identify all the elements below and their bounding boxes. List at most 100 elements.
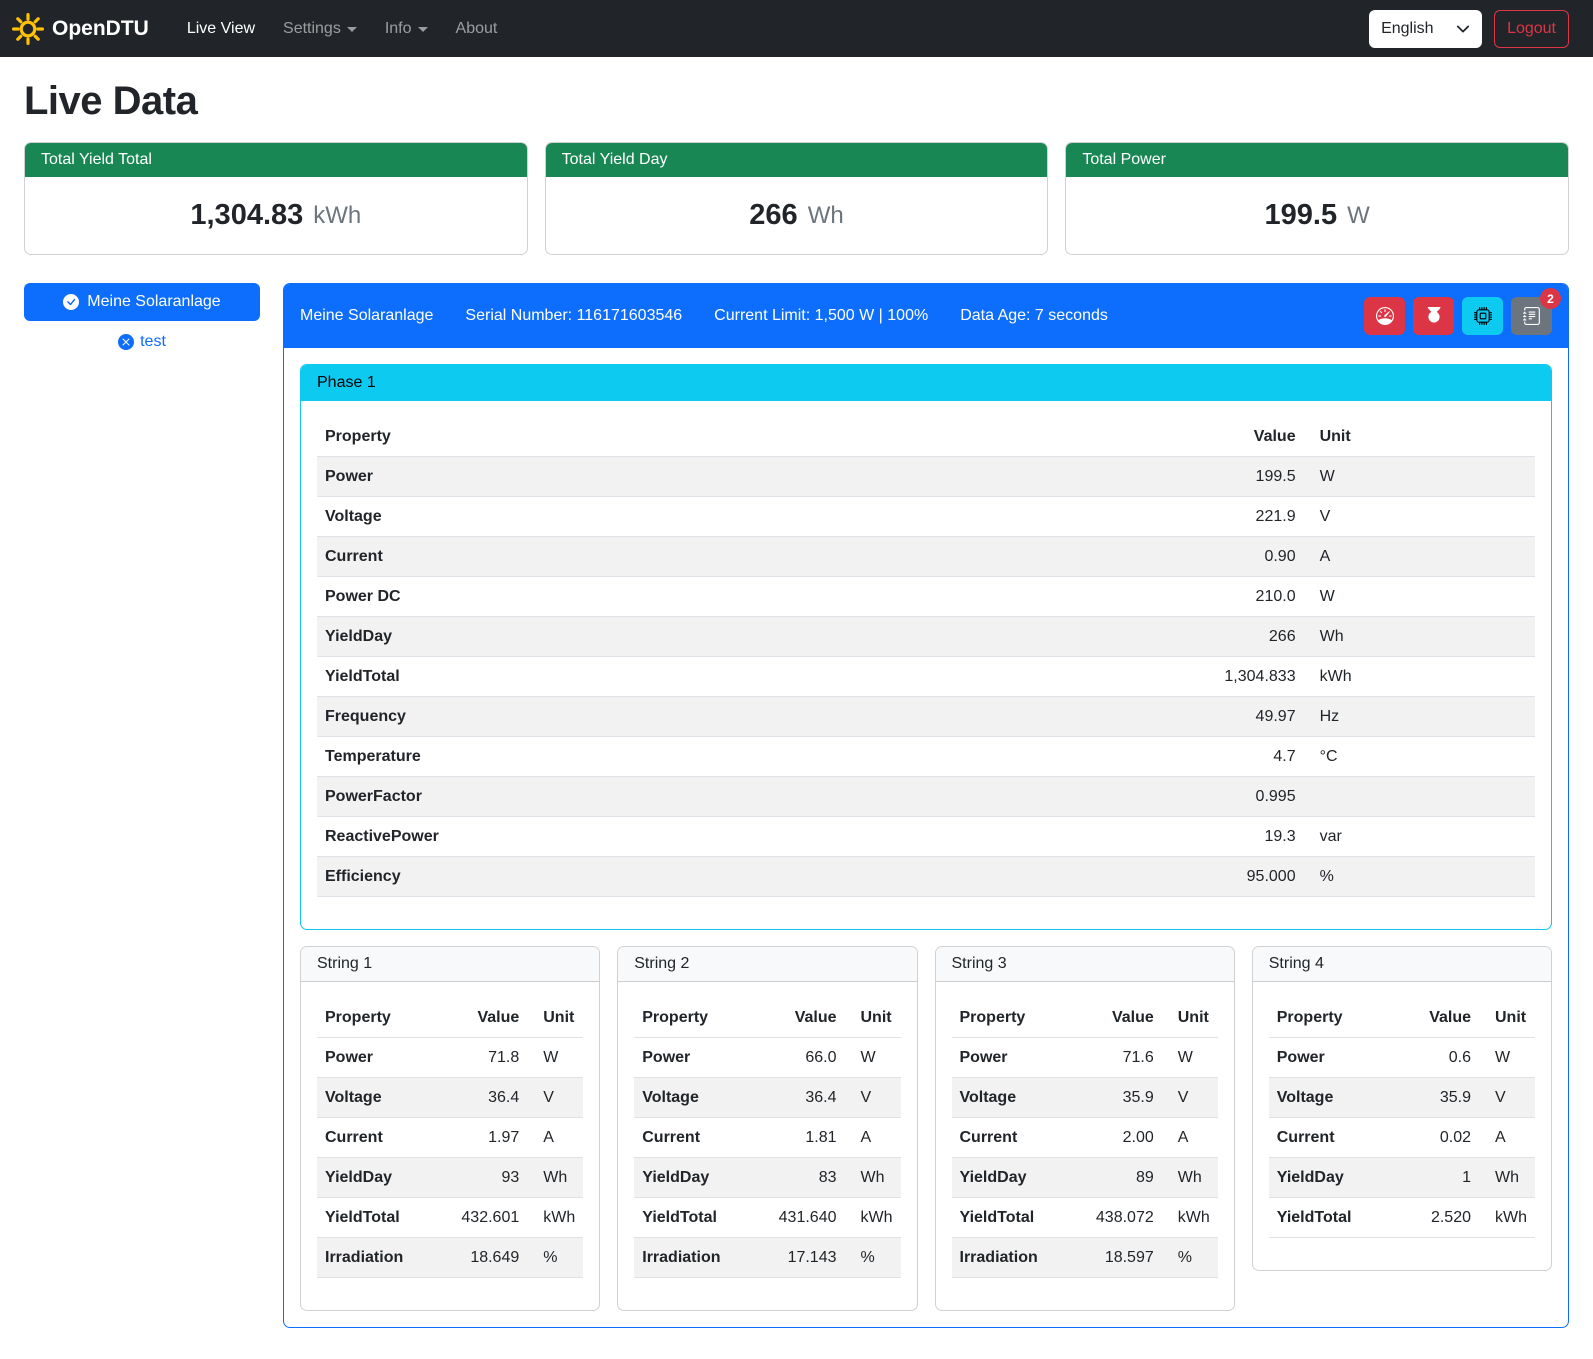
row-property: YieldTotal [952,1198,1070,1238]
row-property: PowerFactor [317,777,907,817]
table-row: YieldTotal432.601kWh [317,1198,583,1238]
string-card: String 1 Property Value Unit Power71.8WV… [300,946,600,1311]
row-unit: V [1479,1078,1535,1118]
event-log-button[interactable]: 2 [1511,297,1552,335]
table-row: Voltage36.4V [634,1078,900,1118]
chevron-down-icon [418,27,428,32]
row-property: Voltage [317,1078,435,1118]
row-unit: W [1304,577,1535,617]
row-property: YieldDay [317,617,907,657]
string-table: Property Value Unit Power71.6WVoltage35.… [952,998,1218,1278]
other-inverter-button[interactable]: test [118,333,166,351]
row-unit: kWh [1162,1198,1218,1238]
column-header-value: Value [907,417,1303,457]
row-unit: kWh [1304,657,1535,697]
row-unit: var [1304,817,1535,857]
row-unit: W [845,1038,901,1078]
nav-item-label: Info [385,20,412,38]
string-card-title: String 2 [618,947,916,982]
power-button[interactable] [1413,297,1454,335]
table-row: Power71.8W [317,1038,583,1078]
limit-settings-button[interactable] [1364,297,1405,335]
row-value: 432.601 [435,1198,527,1238]
column-header-unit: Unit [1479,998,1535,1038]
row-value: 35.9 [1069,1078,1161,1118]
inverter-name: Meine Solaranlage [300,307,433,325]
card-body: 1,304.83 kWh [25,177,527,254]
row-property: Power [317,457,907,497]
phase-card-body: Property Value Unit Power199.5WVoltage22… [301,401,1551,929]
strings-row: String 1 Property Value Unit Power71.8WV… [300,946,1552,1311]
table-header-row: Property Value Unit [317,417,1535,457]
table-row: Irradiation18.649% [317,1238,583,1278]
brand[interactable]: OpenDTU [12,13,149,45]
row-unit: A [527,1118,583,1158]
row-property: Irradiation [634,1238,752,1278]
phase-card-title: Phase 1 [301,365,1551,401]
column-header-value: Value [752,998,844,1038]
row-value: 2.00 [1069,1118,1161,1158]
row-value: 36.4 [752,1078,844,1118]
row-property: YieldTotal [317,657,907,697]
inverter-card-header: Meine Solaranlage Serial Number: 1161716… [284,284,1568,348]
row-unit: °C [1304,737,1535,777]
row-property: YieldTotal [317,1198,435,1238]
string-card-body: Property Value Unit Power66.0WVoltage36.… [618,982,916,1310]
nav-links: Live View Settings Info About [173,12,512,46]
selected-inverter-button[interactable]: Meine Solaranlage [24,283,260,321]
card-title: Total Yield Total [25,143,527,177]
column-header-property: Property [317,998,435,1038]
logout-button[interactable]: Logout [1494,10,1569,48]
table-row: Voltage36.4V [317,1078,583,1118]
table-row: Current0.90A [317,537,1535,577]
power-icon [1425,307,1443,325]
row-value: 4.7 [907,737,1303,777]
nav-item-label: About [456,20,498,38]
row-unit: kWh [527,1198,583,1238]
column-header-property: Property [1269,998,1397,1038]
inverter-data-age: Data Age: 7 seconds [960,307,1108,325]
row-value: 0.6 [1397,1038,1479,1078]
row-value: 71.8 [435,1038,527,1078]
nav-item-label: Live View [187,20,255,38]
string-card: String 2 Property Value Unit Power66.0WV… [617,946,917,1311]
row-value: 0.02 [1397,1118,1479,1158]
row-property: Frequency [317,697,907,737]
row-property: Temperature [317,737,907,777]
brand-title: OpenDTU [52,17,149,41]
row-unit: Hz [1304,697,1535,737]
card-body: 199.5 W [1066,177,1568,254]
row-property: Voltage [1269,1078,1397,1118]
row-property: Power [634,1038,752,1078]
table-header-row: Property Value Unit [1269,998,1535,1038]
nav-item-live-view[interactable]: Live View [173,12,269,46]
row-property: Voltage [952,1078,1070,1118]
string-table: Property Value Unit Power71.8WVoltage36.… [317,998,583,1278]
row-value: 71.6 [1069,1038,1161,1078]
string-card-title: String 1 [301,947,599,982]
row-unit: % [527,1238,583,1278]
nav-item-info[interactable]: Info [371,12,442,46]
inverter-actions: 2 [1364,297,1552,335]
table-header-row: Property Value Unit [952,998,1218,1038]
string-card-title: String 3 [936,947,1234,982]
row-unit: W [527,1038,583,1078]
device-info-button[interactable] [1462,297,1503,335]
row-value: 221.9 [907,497,1303,537]
chevron-down-icon [347,27,357,32]
nav-item-about[interactable]: About [442,12,512,46]
nav-item-settings[interactable]: Settings [269,12,371,46]
card-total-power: Total Power 199.5 W [1065,142,1569,255]
row-unit: A [845,1118,901,1158]
language-select[interactable]: English [1369,10,1482,48]
string-card-title: String 4 [1253,947,1551,982]
inverter-serial: Serial Number: 116171603546 [465,307,682,325]
row-value: 438.072 [1069,1198,1161,1238]
card-total-yield-total: Total Yield Total 1,304.83 kWh [24,142,528,255]
inverter-card: Meine Solaranlage Serial Number: 1161716… [283,283,1569,1328]
card-value: 1,304.83 [190,199,303,232]
other-inverter-label: test [140,333,166,351]
row-value: 36.4 [435,1078,527,1118]
string-card: String 3 Property Value Unit Power71.6WV… [935,946,1235,1311]
table-row: YieldTotal431.640kWh [634,1198,900,1238]
